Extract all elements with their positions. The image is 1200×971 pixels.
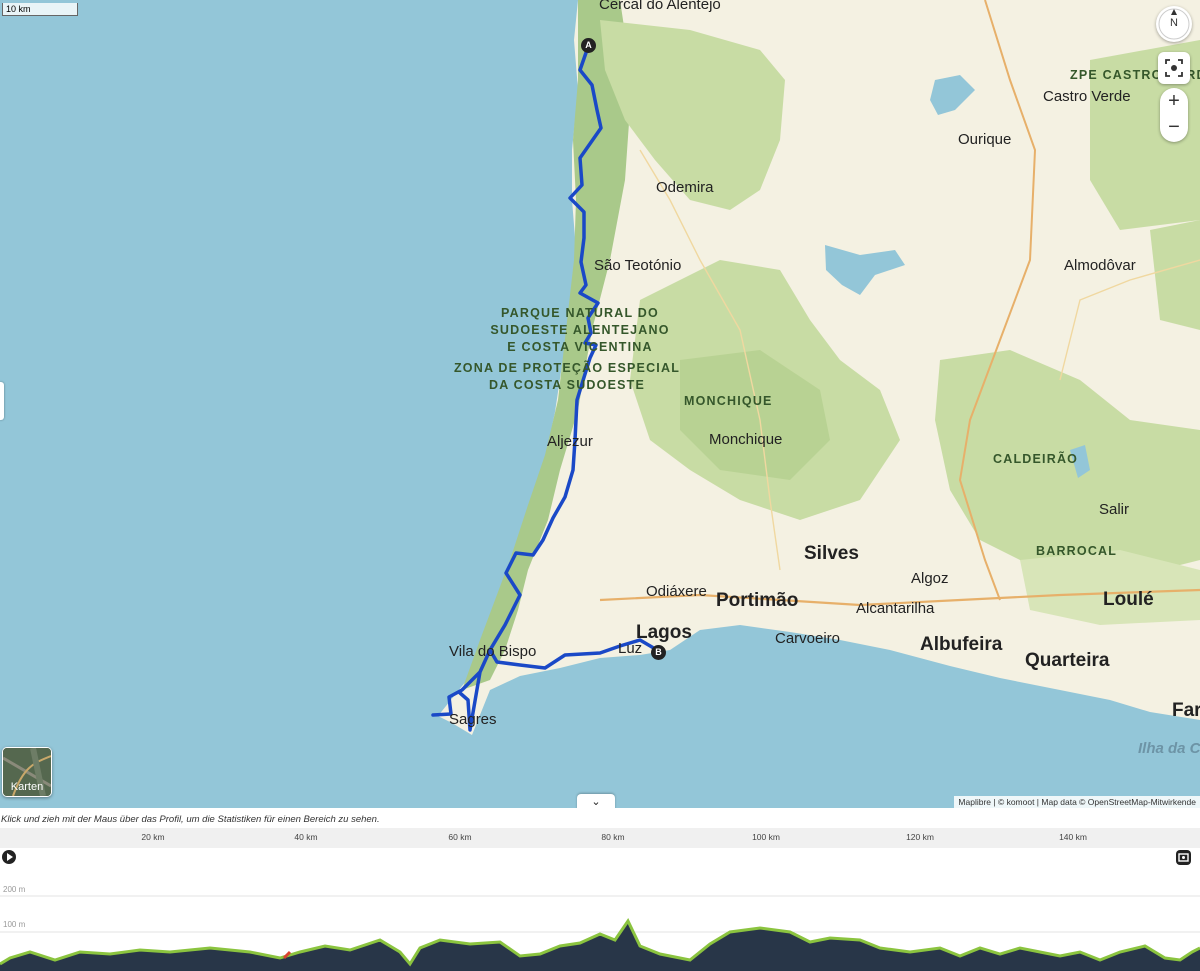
- zoom-in-button[interactable]: +: [1160, 88, 1188, 115]
- place-label: Aljezur: [547, 433, 593, 450]
- map-layers-button[interactable]: Karten: [2, 747, 52, 797]
- profile-hint: Klick und zieh mit der Maus über das Pro…: [1, 814, 380, 825]
- zoom-control: + −: [1160, 88, 1188, 142]
- place-label: Odemira: [656, 179, 714, 196]
- area-label: PARQUE NATURAL DO SUDOESTE ALENTEJANO E CO…: [490, 306, 670, 354]
- place-label: Algoz: [911, 570, 949, 587]
- scale-bar: 10 km: [2, 3, 78, 16]
- place-label: Ilha da Culatra: [1138, 740, 1200, 757]
- place-label: Quarteira: [1025, 650, 1110, 671]
- place-label: Portimão: [716, 590, 799, 611]
- map-view[interactable]: A B Cercal do Alentejo ZPE CASTRO VERDE …: [0, 0, 1200, 808]
- place-label: São Teotónio: [594, 257, 682, 274]
- elevation-tick: 100 m: [3, 920, 26, 929]
- area-label: CALDEIRÃO: [993, 452, 1079, 466]
- end-marker[interactable]: B: [651, 645, 666, 660]
- place-label: Loulé: [1103, 589, 1154, 610]
- elevation-area: [0, 921, 1200, 971]
- area-label: BARROCAL: [1036, 544, 1118, 558]
- fit-route-button[interactable]: [1158, 52, 1190, 84]
- place-label: Sagres: [449, 711, 497, 728]
- place-label: Ourique: [958, 131, 1012, 148]
- place-label: Luz: [618, 640, 643, 657]
- compass-button[interactable]: N: [1156, 6, 1192, 42]
- elevation-profile[interactable]: Klick und zieh mit der Maus über das Pro…: [0, 808, 1200, 971]
- map-attribution[interactable]: Maplibre | © komoot | Map data © OpenStr…: [954, 796, 1200, 808]
- sidebar-toggle[interactable]: [0, 382, 4, 420]
- place-label: Albufeira: [920, 634, 1003, 655]
- distance-tick: 60 km: [448, 832, 472, 842]
- place-label: Castro Verde: [1043, 88, 1131, 105]
- place-label: Lagos: [636, 622, 692, 643]
- place-label: Vila do Bispo: [449, 643, 537, 660]
- place-label: Alcantarilha: [856, 600, 935, 617]
- start-marker[interactable]: A: [581, 38, 596, 53]
- elevation-tick: 200 m: [3, 885, 26, 894]
- distance-tick: 80 km: [601, 832, 625, 842]
- distance-tick: 40 km: [294, 832, 318, 842]
- place-label: Cercal do Alentejo: [599, 0, 721, 13]
- fit-screen-icon: [1165, 59, 1183, 77]
- map-layers-label: Karten: [10, 781, 44, 793]
- distance-tick: 100 km: [752, 832, 780, 842]
- place-label: Almodôvar: [1064, 257, 1136, 274]
- place-label: Odiáxere: [646, 583, 707, 600]
- distance-tick: 120 km: [906, 832, 934, 842]
- map-base: [431, 0, 1200, 735]
- place-label: Salir: [1099, 501, 1130, 518]
- area-label: ZONA DE PROTEÇÃO ESPECIAL DA COSTA SUDOES…: [453, 361, 681, 392]
- compass-label: N: [1170, 17, 1178, 29]
- place-label: Monchique: [709, 431, 783, 448]
- place-label: Faro: [1172, 700, 1200, 721]
- distance-axis: 20 km 40 km 60 km 80 km 100 km 120 km 14…: [0, 828, 1200, 848]
- distance-tick: 20 km: [141, 832, 165, 842]
- area-label: MONCHIQUE: [684, 394, 773, 408]
- place-label: Silves: [804, 543, 859, 564]
- place-label: Carvoeiro: [775, 630, 841, 647]
- zoom-out-button[interactable]: −: [1160, 115, 1188, 142]
- elevation-chart: [0, 895, 1200, 971]
- distance-tick: 140 km: [1059, 832, 1087, 842]
